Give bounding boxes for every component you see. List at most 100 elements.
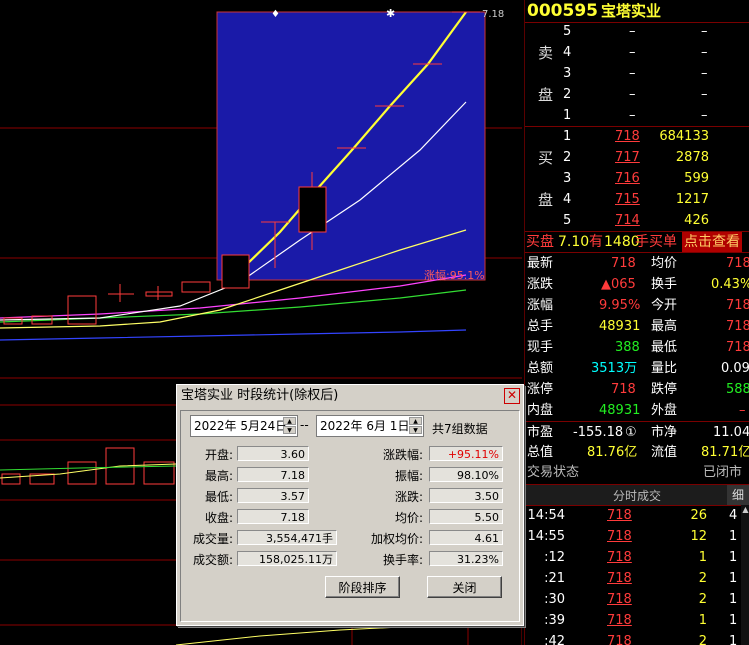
sell-level-num: 5 [563, 24, 572, 39]
stat-left-value: 7.18 [237, 467, 309, 482]
pct-label: 涨幅 [527, 298, 554, 313]
rank-button[interactable]: 阶段排序 [325, 576, 400, 598]
tick-vol: 1 [698, 613, 707, 628]
inner-value: 48931 [599, 403, 641, 418]
banner-prefix: 买盘 [526, 234, 554, 250]
spin-down-icon[interactable]: ▼ [283, 426, 296, 434]
tick-row[interactable]: :21 718 2 1 [525, 569, 740, 589]
limitdown-value: 588 [726, 382, 749, 397]
sell-level-num: 3 [563, 66, 572, 81]
buy-level-row[interactable]: 1 718 684133 [525, 127, 749, 147]
sell-level-vol: – [701, 108, 708, 123]
sell-level-row[interactable]: 5 – – [525, 22, 749, 42]
chg-label: 涨跌 [527, 277, 554, 292]
tick-row[interactable]: :42 718 2 1 [525, 632, 740, 645]
sell-level-row[interactable]: 2 – – [525, 85, 749, 105]
ticks-header-title: 分时成交 [613, 489, 662, 503]
tick-time: :21 [544, 571, 565, 586]
spin-up-icon[interactable]: ▲ [283, 417, 296, 425]
tick-vol: 12 [690, 529, 707, 544]
range-marker-right: ✱ [386, 7, 395, 20]
stat-right-label: 涨跌: [394, 490, 423, 504]
amount-label: 总额 [527, 361, 554, 376]
mv-label: 总值 [527, 445, 554, 460]
stat-left-label: 开盘: [204, 448, 233, 462]
limitdown-label: 跌停 [651, 382, 678, 397]
quote-panel: 000595 宝塔实业 卖 盘 5 – – 4 – – 3 – – 2 – – 1… [524, 0, 749, 645]
tick-vol: 26 [690, 508, 707, 523]
sell-level-price: – [629, 108, 636, 123]
tick-price: 718 [607, 529, 632, 544]
stat-right-value: +95.11% [429, 446, 503, 461]
tick-count: 1 [729, 634, 738, 645]
sell-level-price: – [629, 24, 636, 39]
end-date-picker[interactable]: 2022年 6月 1日 ▲ ▼ [316, 415, 424, 437]
stat-right-label: 涨跌幅: [382, 448, 423, 462]
stat-left-value: 3,554,471手 [237, 530, 337, 545]
chg-value: ▲065 [601, 277, 636, 292]
end-date-spinner[interactable]: ▲ ▼ [409, 417, 422, 435]
sell-level-vol: – [701, 87, 708, 102]
stat-right-value: 5.50 [429, 509, 503, 524]
buy-level-row[interactable]: 5 714 426 [525, 211, 749, 231]
dialog-titlebar[interactable]: 宝塔实业 时段统计(除权后) ✕ [177, 385, 523, 406]
pe-value: -155.18 [573, 425, 624, 440]
buy-level-row[interactable]: 2 717 2878 [525, 148, 749, 168]
sell-level-vol: – [701, 66, 708, 81]
tick-row[interactable]: :12 718 1 1 [525, 548, 740, 568]
buy-level-vol: 599 [684, 171, 709, 186]
total-value: 48931 [599, 319, 641, 334]
high-value: 718 [726, 319, 749, 334]
low-label: 最低 [651, 340, 678, 355]
close-icon[interactable]: ✕ [504, 388, 520, 404]
tick-time: :30 [544, 592, 565, 607]
outer-label: 外盘 [651, 403, 678, 418]
sell-level-price: – [629, 66, 636, 81]
sell-level-num: 1 [563, 108, 572, 123]
close-button[interactable]: 关闭 [427, 576, 502, 598]
dialog-title: 宝塔实业 时段统计(除权后) [181, 388, 339, 403]
buy-level-num: 1 [563, 129, 572, 144]
tick-row[interactable]: 14:54 718 26 4 [525, 506, 740, 526]
period-stats-dialog: 宝塔实业 时段统计(除权后) ✕ 2022年 5月24日 ▲ ▼ -- 2022年… [176, 384, 524, 626]
fmv-value: 81.71亿 [701, 445, 749, 460]
buy-level-num: 2 [563, 150, 572, 165]
buy-level-row[interactable]: 4 715 1217 [525, 190, 749, 210]
tick-vol: 2 [698, 571, 707, 586]
scroll-up-arrow-icon[interactable]: ▲ [741, 505, 749, 514]
tick-price: 718 [607, 613, 632, 628]
sell-level-row[interactable]: 1 – – [525, 106, 749, 126]
buy-level-row[interactable]: 3 716 599 [525, 169, 749, 189]
sell-level-vol: – [701, 45, 708, 60]
sell-level-row[interactable]: 3 – – [525, 64, 749, 84]
cur-label: 现手 [527, 340, 554, 355]
stock-title[interactable]: 000595 宝塔实业 [527, 0, 661, 22]
sell-level-row[interactable]: 4 – – [525, 43, 749, 63]
stat-left-label: 成交额: [192, 553, 233, 567]
tick-count: 1 [729, 550, 738, 565]
stat-right-label: 换手率: [382, 553, 423, 567]
ticks-detail-tab[interactable]: 细 [727, 485, 749, 505]
stat-left-label: 收盘: [204, 511, 233, 525]
buy-level-price: 714 [615, 213, 640, 228]
tick-price: 718 [607, 550, 632, 565]
status-label: 交易状态 [527, 465, 580, 480]
pe-label: 市盈 [527, 425, 554, 440]
ticks-scrollbar[interactable]: ▲ [741, 505, 749, 645]
tick-row[interactable]: 14:55 718 12 1 [525, 527, 740, 547]
start-date-spinner[interactable]: ▲ ▼ [283, 417, 296, 435]
latest-label: 最新 [527, 256, 554, 271]
tick-row[interactable]: :30 718 2 1 [525, 590, 740, 610]
spin-down-icon[interactable]: ▼ [409, 426, 422, 434]
tick-row[interactable]: :39 718 1 1 [525, 611, 740, 631]
stat-right-label: 振幅: [394, 469, 423, 483]
ticks-header: 分时成交 细 [525, 484, 749, 506]
tick-count: 1 [729, 529, 738, 544]
buy-level-price: 718 [615, 129, 640, 144]
range-marker-left: ♦ [271, 9, 280, 20]
start-date-picker[interactable]: 2022年 5月24日 ▲ ▼ [190, 415, 298, 437]
selection-range-box[interactable] [216, 11, 486, 281]
banner-view-link[interactable]: 点击查看 [682, 232, 742, 252]
volume-bars [1, 447, 175, 485]
spin-up-icon[interactable]: ▲ [409, 417, 422, 425]
